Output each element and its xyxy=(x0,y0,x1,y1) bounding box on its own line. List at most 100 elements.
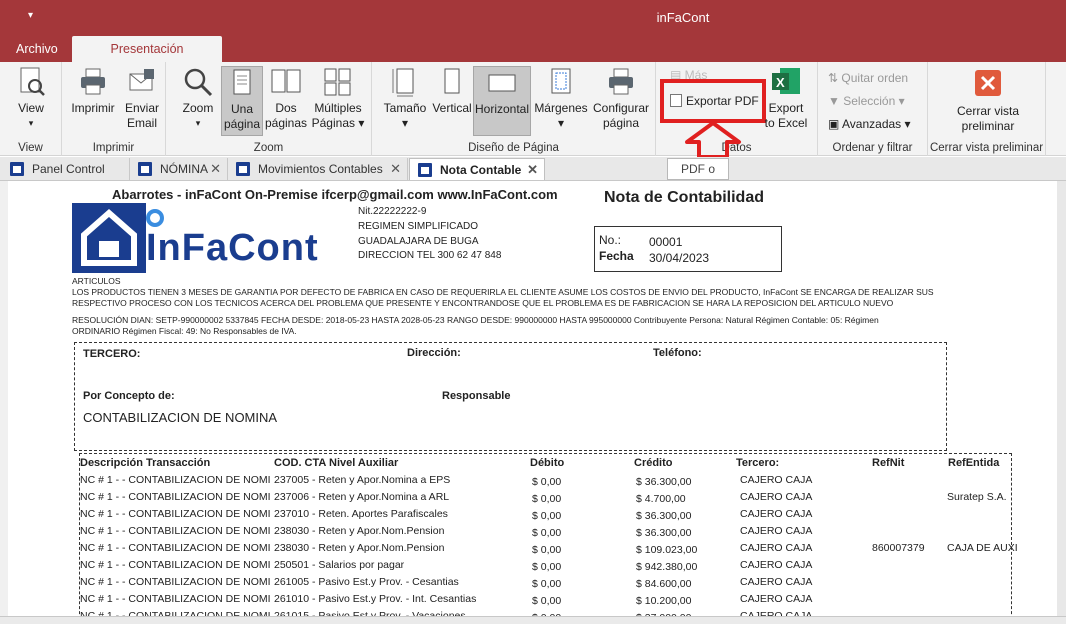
group-label-imprimir: Imprimir xyxy=(92,142,135,154)
direccion-label: Dirección: xyxy=(407,347,461,359)
cell-credito: $ 10.200,00 xyxy=(636,595,692,607)
cell-cod: 261010 - Pasivo Est.y Prov. - Int. Cesan… xyxy=(274,593,477,605)
cell-debito: $ 0,00 xyxy=(532,510,562,522)
cell-debito: $ 0,00 xyxy=(532,578,562,590)
vertical-scrollbar[interactable] xyxy=(1057,181,1066,624)
cell-refnit: 860007379 xyxy=(872,542,925,554)
cell-debito: $ 0,00 xyxy=(532,595,562,607)
close-tab-icon[interactable]: ✕ xyxy=(390,158,401,180)
cell-credito: $ 84.600,00 xyxy=(636,578,692,590)
cell-tercero: CAJERO CAJA xyxy=(740,542,813,554)
logo-house-icon xyxy=(72,203,146,273)
export-to-excel-button[interactable]: X Export to Excel xyxy=(762,66,810,131)
enviar-email-button[interactable]: Enviar Email xyxy=(120,66,164,131)
cerrar-vista-preliminar-button[interactable]: Cerrar vista preliminar xyxy=(938,66,1038,134)
direccion-tel: DIRECCION TEL 300 62 47 848 xyxy=(358,250,502,261)
company-line: Abarrotes - inFaCont On-Premise ifcerp@g… xyxy=(112,187,558,202)
articulos-label: ARTICULOS xyxy=(72,276,121,286)
tab-presentacion-preliminar[interactable]: Presentación preliminar xyxy=(72,36,222,82)
col-refentida: RefEntida xyxy=(948,457,1000,469)
tamano-button[interactable]: Tamaño ▾ xyxy=(380,66,430,131)
document-tab-bar: Panel Control NÓMINA ✕ Movimientos Contab… xyxy=(0,157,1066,181)
home-icon xyxy=(418,163,432,177)
close-tab-icon[interactable]: ✕ xyxy=(210,158,221,180)
cerrar-label-2: preliminar xyxy=(961,119,1015,133)
page-size-icon xyxy=(389,66,421,98)
view-icon xyxy=(15,66,47,98)
doc-tab-movimientos-contables[interactable]: Movimientos Contables ✕ xyxy=(228,158,408,180)
export-label-2: to Excel xyxy=(764,116,808,130)
group-label-diseno: Diseño de Página xyxy=(468,142,559,154)
margenes-button[interactable]: Márgenes ▾ xyxy=(532,66,590,131)
quitar-orden-button[interactable]: ⇅ Quitar orden xyxy=(828,71,908,85)
margins-icon xyxy=(545,66,577,98)
dos-label-1: Dos xyxy=(275,101,297,115)
cell-tercero: CAJERO CAJA xyxy=(740,491,813,503)
doc-tab-panel-control[interactable]: Panel Control xyxy=(2,158,130,180)
cell-refentida: CAJA DE AUXI xyxy=(947,542,1018,554)
tercero-box: TERCERO: Dirección: Teléfono: Por Concep… xyxy=(74,342,947,451)
ribbon: View ▾ View Imprimir Enviar Email Imprim… xyxy=(0,62,1066,156)
zoom-button[interactable]: Zoom ▾ xyxy=(176,66,220,131)
record-navigation-bar[interactable] xyxy=(0,616,1066,624)
dos-paginas-button[interactable]: Dos páginas xyxy=(264,66,308,131)
cell-debito: $ 0,00 xyxy=(532,561,562,573)
group-label-ordenar: Ordenar y filtrar xyxy=(832,142,913,154)
pdf-icon xyxy=(670,94,682,107)
tooltip: PDF o XPS xyxy=(667,158,729,196)
concepto-value: CONTABILIZACION DE NOMINA xyxy=(83,410,278,425)
una-pagina-button[interactable]: Una página xyxy=(221,66,263,136)
view-button[interactable]: View ▾ xyxy=(8,66,54,131)
single-page-icon xyxy=(226,67,258,99)
cell-cod: 250501 - Salarios por pagar xyxy=(274,559,405,571)
cell-refentida: Suratep S.A. xyxy=(947,491,1007,503)
avanzadas-button[interactable]: ▣ Avanzadas ▾ xyxy=(828,117,911,131)
config-label-2: página xyxy=(602,116,640,130)
cell-debito: $ 0,00 xyxy=(532,527,562,539)
imprimir-button[interactable]: Imprimir xyxy=(68,66,118,116)
col-tercero: Tercero: xyxy=(736,457,780,469)
cell-credito: $ 4.700,00 xyxy=(636,493,686,505)
fecha-label: Fecha xyxy=(599,249,634,263)
report-title: Nota de Contabilidad xyxy=(604,189,764,206)
logo-text: InFaCont xyxy=(146,227,319,269)
exportar-pdf-label: Exportar PDF xyxy=(686,94,759,108)
tab-archivo[interactable]: Archivo xyxy=(6,36,68,62)
seleccion-button[interactable]: ▼ Selección ▾ xyxy=(828,94,905,108)
vertical-button[interactable]: Vertical xyxy=(430,66,474,116)
multiples-paginas-button[interactable]: Múltiples Páginas ▾ xyxy=(310,66,366,131)
concepto-label: Por Concepto de: xyxy=(83,390,175,402)
doc-tab-nota-contable[interactable]: Nota Contable ✕ xyxy=(409,158,545,180)
document-preview-area: Abarrotes - inFaCont On-Premise ifcerp@g… xyxy=(0,181,1066,624)
doc-tab-label: Movimientos Contables xyxy=(258,162,383,176)
close-icon xyxy=(975,70,1001,96)
group-zoom: Zoom ▾ Una página Dos páginas Múltiples … xyxy=(166,62,372,156)
config-label-1: Configurar xyxy=(592,101,650,115)
sort-icon: ⇅ xyxy=(828,71,842,85)
doc-tab-label: NÓMINA xyxy=(160,162,208,176)
cell-tercero: CAJERO CAJA xyxy=(740,508,813,520)
imprimir-label: Imprimir xyxy=(71,101,115,115)
configurar-pagina-button[interactable]: Configurar página xyxy=(590,66,652,131)
cell-cod: 237010 - Reten. Aportes Parafiscales xyxy=(274,508,448,520)
group-label-zoom: Zoom xyxy=(253,142,284,154)
view-button-label: View xyxy=(18,101,44,115)
cerrar-label-1: Cerrar vista xyxy=(956,104,1019,118)
close-tab-icon[interactable]: ✕ xyxy=(527,159,538,181)
exportar-pdf-button[interactable]: Exportar PDF xyxy=(670,94,759,108)
horizontal-button[interactable]: Horizontal xyxy=(473,66,531,136)
no-value: 00001 xyxy=(649,235,683,249)
excel-icon: X xyxy=(770,66,802,98)
group-label-view: View xyxy=(18,142,43,154)
zoom-label: Zoom xyxy=(182,101,214,115)
tamano-label: Tamaño ▾ xyxy=(383,101,427,130)
telefono-label: Teléfono: xyxy=(653,347,702,359)
doc-tab-nomina[interactable]: NÓMINA ✕ xyxy=(130,158,228,180)
cell-credito: $ 942.380,00 xyxy=(636,561,698,573)
garantia-line-1: LOS PRODUCTOS TIENEN 3 MESES DE GARANTIA… xyxy=(72,287,934,297)
portrait-icon xyxy=(436,66,468,98)
cell-cod: 238030 - Reten y Apor.Nom.Pension xyxy=(274,542,445,554)
advanced-filter-icon: ▣ xyxy=(828,117,843,131)
cell-desc: NC # 1 - - CONTABILIZACION DE NOMI xyxy=(80,576,271,588)
regimen: REGIMEN SIMPLIFICADO xyxy=(358,221,479,232)
